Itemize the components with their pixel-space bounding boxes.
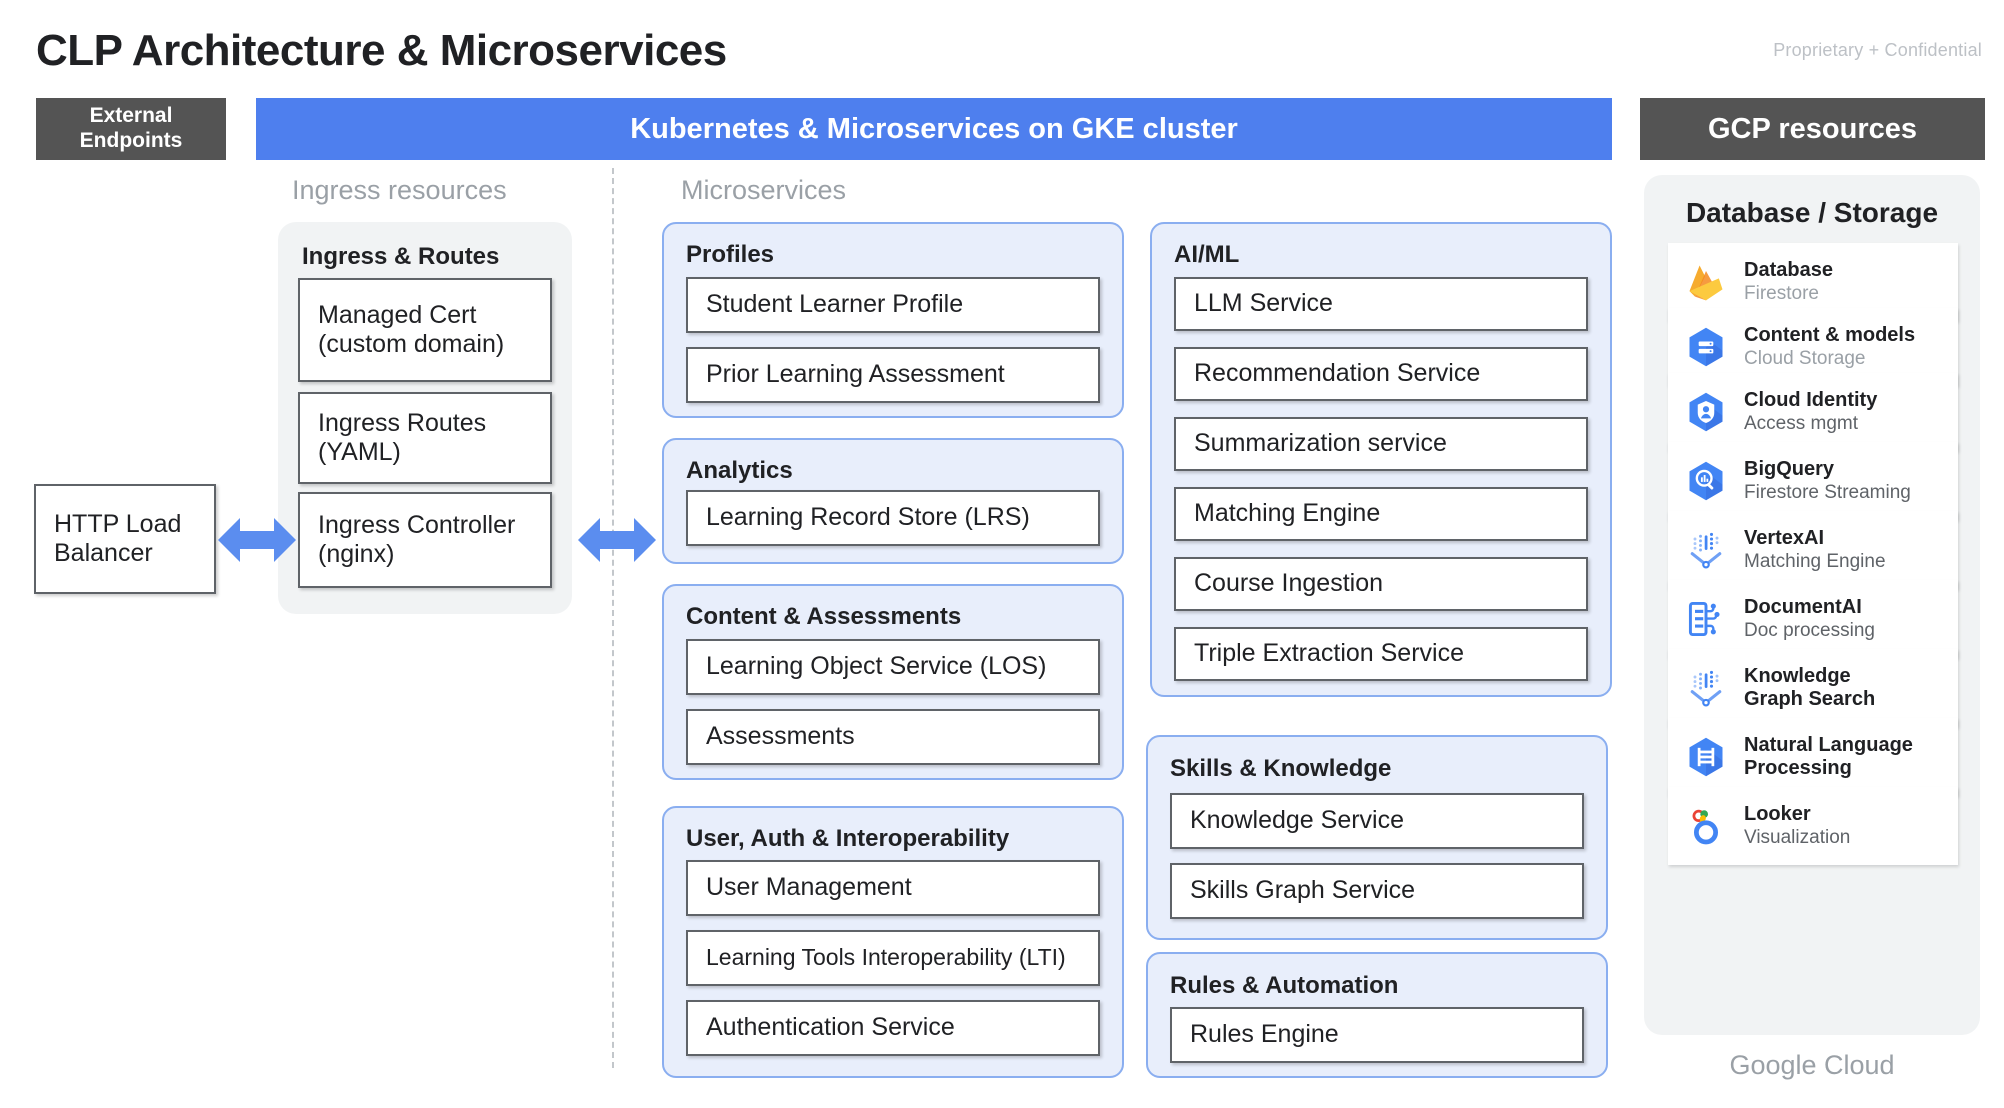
gcp-item-vertexai[interactable]: VertexAI Matching Engine [1668,511,1958,589]
ingress-resources-caption: Ingress resources [292,175,507,206]
microservices-caption: Microservices [681,175,846,206]
service-authentication-service[interactable]: Authentication Service [686,1000,1100,1056]
gcp-item-cloud-identity[interactable]: Cloud Identity Access mgmt [1668,373,1958,451]
service-prior-learning-assessment[interactable]: Prior Learning Assessment [686,347,1100,403]
natural-language-icon [1678,729,1734,785]
firestore-icon [1678,254,1734,310]
gcp-item-subtitle: Firestore [1744,283,1819,304]
ingress-and-routes-title: Ingress & Routes [302,243,499,271]
service-rules-engine[interactable]: Rules Engine [1170,1007,1584,1063]
gcp-item-title: Content & models [1744,324,1915,346]
arrow-ingress-to-microservices [578,512,656,568]
service-knowledge-service[interactable]: Knowledge Service [1170,793,1584,849]
gcp-item-title: VertexAI [1744,527,1824,549]
service-recommendation-service[interactable]: Recommendation Service [1174,347,1588,401]
confidentiality-notice: Proprietary + Confidential [1773,40,1982,61]
gcp-item-subtitle: Access mgmt [1744,413,1858,434]
gcp-resources-badge: GCP resources [1640,98,1985,160]
gcp-item-title: Natural Language Processing [1744,734,1913,779]
cloud-storage-icon [1678,319,1734,375]
cloud-identity-icon [1678,384,1734,440]
service-summarization-service[interactable]: Summarization service [1174,417,1588,471]
gcp-item-knowledge-graph-search[interactable]: Knowledge Graph Search [1668,649,1958,727]
service-course-ingestion[interactable]: Course Ingestion [1174,557,1588,611]
service-llm-service[interactable]: LLM Service [1174,277,1588,331]
http-load-balancer-box[interactable]: HTTP Load Balancer [34,484,216,594]
gcp-item-title: DocumentAI [1744,596,1862,618]
gcp-item-subtitle: Matching Engine [1744,551,1886,572]
gcp-panel-title: Database / Storage [1644,197,1980,229]
gcp-item-title: Database [1744,259,1833,281]
documentai-icon [1678,591,1734,647]
gcp-item-subtitle: Doc processing [1744,620,1875,641]
group-title-skills-knowledge: Skills & Knowledge [1170,755,1391,783]
bigquery-icon [1678,453,1734,509]
group-title-rules-automation: Rules & Automation [1170,972,1398,1000]
gcp-item-looker[interactable]: Looker Visualization [1668,787,1958,865]
arrow-lb-to-ingress [218,512,296,568]
gcp-item-natural-language-processing[interactable]: Natural Language Processing [1668,718,1958,796]
service-skills-graph-service[interactable]: Skills Graph Service [1170,863,1584,919]
ingress-item-ingress-routes[interactable]: Ingress Routes (YAML) [298,392,552,484]
gcp-item-title: BigQuery [1744,458,1834,480]
group-title-content-assessments: Content & Assessments [686,603,961,631]
group-title-profiles: Profiles [686,241,774,269]
group-title-analytics: Analytics [686,457,793,485]
gcp-item-title: Cloud Identity [1744,389,1877,411]
gcp-item-title: Looker [1744,803,1811,825]
gcp-item-subtitle: Cloud Storage [1744,348,1865,369]
group-title-user-auth-interoperability: User, Auth & Interoperability [686,825,1009,853]
service-user-management[interactable]: User Management [686,860,1100,916]
ingress-item-ingress-controller[interactable]: Ingress Controller (nginx) [298,492,552,588]
page-title: CLP Architecture & Microservices [36,26,727,76]
gcp-item-title: Knowledge Graph Search [1744,665,1875,710]
vertexai-icon [1678,522,1734,578]
gke-cluster-banner: Kubernetes & Microservices on GKE cluste… [256,98,1612,160]
service-matching-engine[interactable]: Matching Engine [1174,487,1588,541]
gcp-item-subtitle: Firestore Streaming [1744,482,1911,503]
service-learning-tools-interoperability[interactable]: Learning Tools Interoperability (LTI) [686,930,1100,986]
service-triple-extraction-service[interactable]: Triple Extraction Service [1174,627,1588,681]
service-assessments[interactable]: Assessments [686,709,1100,765]
gcp-item-subtitle: Visualization [1744,827,1850,848]
external-endpoints-badge: External Endpoints [36,98,226,160]
gcp-item-documentai[interactable]: DocumentAI Doc processing [1668,580,1958,658]
gcp-item-bigquery[interactable]: BigQuery Firestore Streaming [1668,442,1958,520]
knowledge-graph-icon [1678,660,1734,716]
section-divider [612,168,614,1068]
service-student-learner-profile[interactable]: Student Learner Profile [686,277,1100,333]
service-learning-record-store[interactable]: Learning Record Store (LRS) [686,490,1100,546]
ingress-item-managed-cert[interactable]: Managed Cert (custom domain) [298,278,552,382]
service-learning-object-service[interactable]: Learning Object Service (LOS) [686,639,1100,695]
group-title-ai-ml: AI/ML [1174,241,1239,269]
looker-icon [1678,798,1734,854]
google-cloud-logo: Google Cloud [1644,1050,1980,1081]
